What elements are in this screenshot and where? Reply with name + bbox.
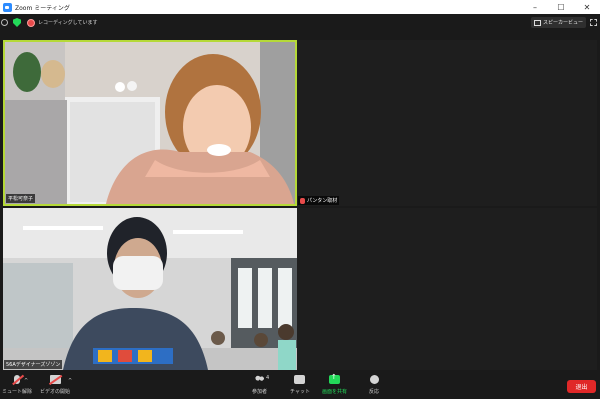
video-options-chevron-icon[interactable]: ^ [68,378,72,384]
share-screen-button[interactable]: 画面を共有 [322,373,348,395]
muted-mic-icon [300,197,305,204]
speaker-video-image [5,42,295,204]
minimize-button[interactable]: – [522,0,548,14]
start-video-label: ビデオの開始 [40,389,71,395]
meeting-info-icon[interactable] [1,19,8,26]
speaker-view-label: スピーカービュー [542,20,583,26]
office-video-image [3,208,297,370]
reactions-label: 反応 [369,389,380,395]
zoom-window: Zoom ミーティング – ☐ ✕ レコーディングしています スピーカービュー [0,0,600,399]
start-video-button[interactable]: ビデオの開始 [40,375,70,395]
window-controls: – ☐ ✕ [522,0,600,14]
participant-name-tag: 56Aデザイナーズゾゾン [4,360,63,369]
fullscreen-icon[interactable] [590,19,597,26]
window-title: Zoom ミーティング [15,4,70,12]
chat-label: チャット [290,389,310,395]
participants-count: 4 [266,375,270,381]
speaker-view-button[interactable]: スピーカービュー [530,17,586,28]
muted-mic-icon [14,375,20,384]
participant-name: 平松可奈子 [8,196,34,202]
leave-button[interactable]: 退出 [567,380,596,393]
reactions-button[interactable]: 反応 [369,375,379,395]
video-tile-empty [297,208,597,370]
meeting-toolbar: ミュート解除 ^ ビデオの開始 ^ 参加者 4 チャット 画面を共有 反応 [0,372,600,399]
participant-name-tag: 平松可奈子 [6,194,36,203]
participant-name-tag: パンタン取材 [298,196,340,205]
shield-icon[interactable] [13,18,21,27]
share-screen-icon [329,373,340,384]
participants-label: 参加者 [252,389,268,395]
meeting-status-bar: レコーディングしています スピーカービュー [0,14,600,31]
zoom-app-icon [3,2,12,12]
close-button[interactable]: ✕ [574,0,600,14]
grid-icon [533,19,541,26]
audio-options-chevron-icon[interactable]: ^ [24,378,28,384]
smiley-icon [369,375,379,384]
share-screen-label: 画面を共有 [322,389,348,395]
participants-icon [254,375,265,384]
participant-name: 56Aデザイナーズゾゾン [6,362,61,368]
participants-button[interactable]: 参加者 [252,375,267,395]
video-tile-speaker[interactable]: 平松可奈子 [3,40,297,206]
video-tile-camera-off[interactable]: パンタン取材 [297,40,597,206]
chat-icon [294,375,306,384]
recording-status: レコーディングしています [38,20,98,26]
record-icon [27,18,35,27]
video-off-icon [49,375,61,384]
title-bar: Zoom ミーティング – ☐ ✕ [0,0,600,14]
maximize-button[interactable]: ☐ [548,0,574,14]
participant-name: パンタン取材 [307,198,338,204]
unmute-label: ミュート解除 [2,389,33,395]
video-tile-office[interactable]: 56Aデザイナーズゾゾン [3,208,297,370]
chat-button[interactable]: チャット [290,375,310,395]
